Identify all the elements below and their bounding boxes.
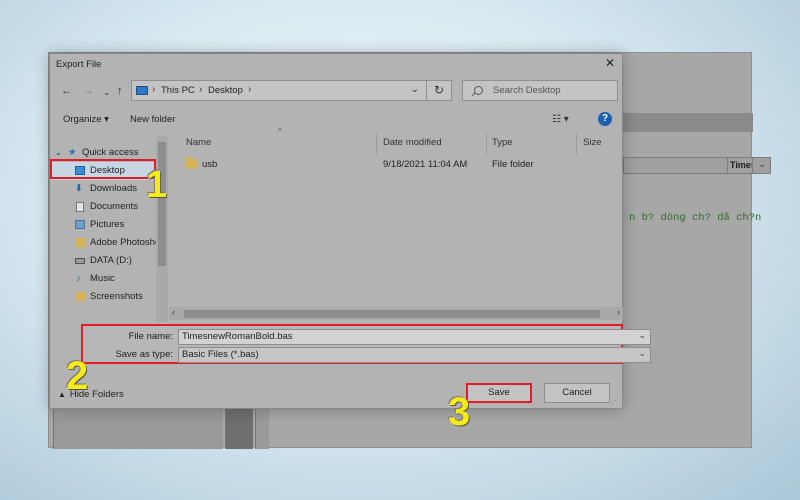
folder-icon — [186, 157, 198, 169]
new-folder-button[interactable]: New folder — [130, 114, 175, 125]
column-header-size[interactable]: Size — [583, 137, 601, 157]
background-pane — [53, 405, 223, 449]
column-divider[interactable] — [376, 134, 377, 154]
file-type: File folder — [492, 159, 534, 170]
chevron-down-icon: ⌄ — [758, 159, 766, 169]
chevron-up-icon: ▲ — [58, 390, 66, 399]
sort-ascending-icon: ^ — [278, 127, 282, 136]
step-number-1: 1 — [146, 164, 168, 206]
sidebar-item-label: Quick access — [82, 147, 139, 158]
star-icon: ★ — [68, 147, 77, 158]
breadcrumb-this-pc[interactable]: This PC — [161, 85, 195, 96]
chevron-down-icon[interactable]: ⌄ — [638, 330, 646, 341]
save-type-value: Basic Files (*.bas) — [182, 349, 259, 360]
chevron-left-icon[interactable]: ‹ — [172, 307, 175, 317]
cancel-button[interactable]: Cancel — [544, 383, 610, 403]
folder-icon — [75, 238, 85, 247]
horizontal-scrollbar-thumb[interactable] — [184, 310, 600, 318]
close-icon[interactable]: ✕ — [605, 56, 615, 70]
sidebar-item-music[interactable]: ♪ Music — [51, 270, 167, 288]
sidebar-item-data-drive[interactable]: DATA (D:) — [51, 252, 167, 270]
up-arrow-icon[interactable]: ↑ — [117, 85, 123, 97]
address-bar[interactable]: › This PC › Desktop › ⌄ — [131, 80, 452, 101]
sidebar-item-adobe-photoshop[interactable]: Adobe Photoshc — [51, 234, 167, 252]
file-name-value: TimesnewRomanBold.bas — [182, 331, 293, 342]
breadcrumb-desktop[interactable]: Desktop — [208, 85, 243, 96]
back-arrow-icon[interactable]: ← — [61, 85, 72, 97]
drive-icon — [75, 258, 85, 264]
dialog-title: Export File — [56, 59, 102, 70]
chevron-right-icon: › — [199, 84, 203, 95]
download-icon: ⬇ — [75, 183, 83, 194]
computer-icon — [136, 86, 148, 95]
sidebar-item-label: Music — [90, 273, 115, 284]
folder-icon — [75, 292, 85, 301]
chevron-down-icon[interactable]: ⌄ — [638, 348, 646, 359]
sidebar-item-label: Adobe Photoshc — [90, 237, 160, 248]
search-placeholder: Search Desktop — [493, 85, 561, 96]
file-row[interactable]: usb 9/18/2021 11:04 AM File folder — [180, 156, 620, 174]
chevron-right-icon: › — [152, 84, 156, 95]
background-pane-narrow — [255, 405, 269, 449]
save-button[interactable]: Save — [466, 383, 532, 403]
search-icon — [474, 86, 483, 95]
file-name-label: File name: — [128, 331, 173, 342]
column-header-date[interactable]: Date modified — [383, 137, 442, 157]
background-pane-dark — [225, 405, 253, 449]
sidebar-item-label: DATA (D:) — [90, 255, 132, 266]
resize-grip-icon[interactable]: ⋰ — [611, 396, 619, 405]
chevron-down-icon[interactable]: ⌄ — [411, 84, 419, 95]
search-input[interactable]: Search Desktop — [462, 80, 618, 101]
chevron-right-icon[interactable]: › — [617, 307, 620, 317]
sidebar-item-label: Downloads — [90, 183, 137, 194]
organize-button[interactable]: Organize ▾ — [63, 114, 109, 125]
column-divider[interactable] — [576, 134, 577, 154]
save-type-select[interactable]: Basic Files (*.bas) ⌄ — [178, 347, 651, 363]
file-date: 9/18/2021 11:04 AM — [383, 159, 468, 170]
sidebar-item-screenshots[interactable]: Screenshots — [51, 288, 167, 306]
picture-icon — [75, 220, 85, 229]
export-file-dialog: Export File ✕ ← → ⌄ ↑ › This PC › Deskto… — [49, 53, 651, 409]
desktop-highlight — [50, 159, 156, 179]
column-header-type[interactable]: Type — [492, 137, 513, 157]
sidebar-item-label: Screenshots — [90, 291, 143, 302]
chevron-down-icon[interactable]: ⌄ — [55, 148, 62, 157]
refresh-icon[interactable]: ↻ — [426, 80, 452, 101]
sidebar-item-label: Documents — [90, 201, 139, 212]
horizontal-scrollbar[interactable]: ‹ › — [169, 307, 623, 320]
background-code-line: n b? dòng ch? dã ch?n — [629, 212, 762, 224]
document-icon — [76, 202, 84, 212]
sidebar-item-label: Pictures — [90, 219, 125, 230]
chevron-down-icon[interactable]: ⌄ — [103, 87, 111, 98]
step-number-3: 3 — [448, 390, 471, 434]
file-name: usb — [202, 159, 218, 170]
step-number-2: 2 — [66, 354, 89, 398]
file-name-field[interactable]: TimesnewRomanBold.bas ⌄ — [178, 329, 651, 345]
save-type-label: Save as type: — [115, 349, 173, 360]
view-options-icon[interactable]: ☷ ▾ — [552, 114, 569, 125]
help-icon[interactable]: ? — [598, 112, 612, 126]
forward-arrow-icon[interactable]: → — [83, 85, 94, 97]
sidebar-item-pictures[interactable]: Pictures 📌 — [51, 216, 167, 234]
column-divider[interactable] — [486, 134, 487, 154]
chevron-right-icon: › — [248, 84, 252, 95]
background-toolbar-strip — [623, 113, 753, 132]
music-icon: ♪ — [76, 273, 81, 284]
column-header-name[interactable]: Name — [186, 137, 211, 157]
background-font-combo: Times — [727, 157, 753, 174]
save-fields-highlight: File name: TimesnewRomanBold.bas ⌄ Save … — [81, 324, 651, 364]
